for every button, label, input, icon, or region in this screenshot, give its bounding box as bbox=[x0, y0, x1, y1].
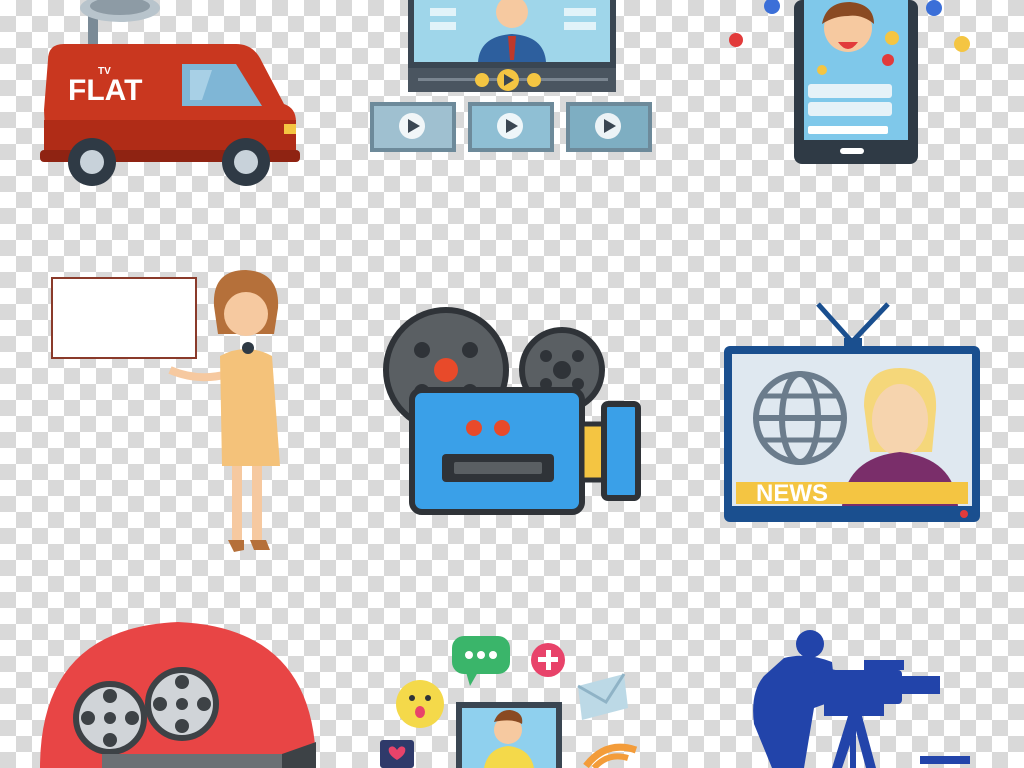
emoji-reaction-icon bbox=[954, 36, 970, 52]
van-logo-text: FLAT bbox=[68, 74, 142, 107]
laptop-screen bbox=[456, 702, 562, 768]
presenter-face bbox=[224, 292, 268, 336]
microphone-icon bbox=[242, 342, 254, 354]
camera-lens bbox=[579, 421, 607, 483]
emoji-reaction-icon bbox=[817, 65, 827, 75]
play-button[interactable] bbox=[497, 69, 519, 91]
cameraman-silhouette-illustration bbox=[753, 630, 970, 768]
presenter-with-board-illustration bbox=[51, 270, 280, 552]
like-reaction-icon bbox=[926, 0, 942, 16]
plus-icon bbox=[531, 643, 565, 677]
film-reel-left bbox=[73, 681, 147, 755]
news-van-illustration: FLAT TV bbox=[40, 0, 300, 186]
satellite-dish-icon bbox=[80, 0, 160, 48]
video-camera-icon bbox=[814, 660, 940, 704]
emoji-reaction-icon bbox=[885, 31, 899, 45]
video-player-illustration bbox=[370, 0, 652, 152]
van-rear-wheel bbox=[222, 138, 270, 186]
heart-reaction-icon bbox=[729, 33, 743, 47]
antenna-icon bbox=[816, 302, 854, 344]
like-reaction-icon bbox=[764, 0, 780, 14]
heart-card-icon bbox=[380, 740, 414, 768]
camera-body bbox=[409, 387, 585, 515]
video-thumbnail-1[interactable] bbox=[370, 102, 456, 152]
video-thumbnail-2[interactable] bbox=[468, 102, 554, 152]
news-tv-illustration: NEWS bbox=[724, 302, 980, 522]
home-button[interactable] bbox=[840, 148, 864, 154]
video-thumbnail-3[interactable] bbox=[566, 102, 652, 152]
cameraman-head bbox=[796, 630, 824, 658]
film-camera-icon bbox=[383, 307, 641, 515]
smartphone-livestream-illustration bbox=[729, 0, 970, 164]
heart-reaction-icon bbox=[882, 54, 894, 66]
rewind-icon[interactable] bbox=[475, 73, 489, 87]
chat-bubble-icon bbox=[452, 636, 510, 686]
wifi-icon bbox=[583, 743, 638, 768]
tripod-icon bbox=[824, 704, 884, 768]
emoji-icon bbox=[396, 680, 444, 728]
film-reel-right bbox=[145, 667, 219, 741]
van-logo-sup: TV bbox=[98, 66, 111, 77]
forward-icon[interactable] bbox=[527, 73, 541, 87]
power-indicator bbox=[960, 510, 968, 518]
mail-icon bbox=[577, 673, 628, 720]
cinema-camera-badge bbox=[40, 622, 316, 768]
news-banner-text: NEWS bbox=[756, 480, 828, 507]
social-media-illustration bbox=[380, 636, 638, 768]
blank-board bbox=[51, 277, 197, 359]
presenter-dress bbox=[220, 349, 280, 466]
van-front-wheel bbox=[68, 138, 116, 186]
